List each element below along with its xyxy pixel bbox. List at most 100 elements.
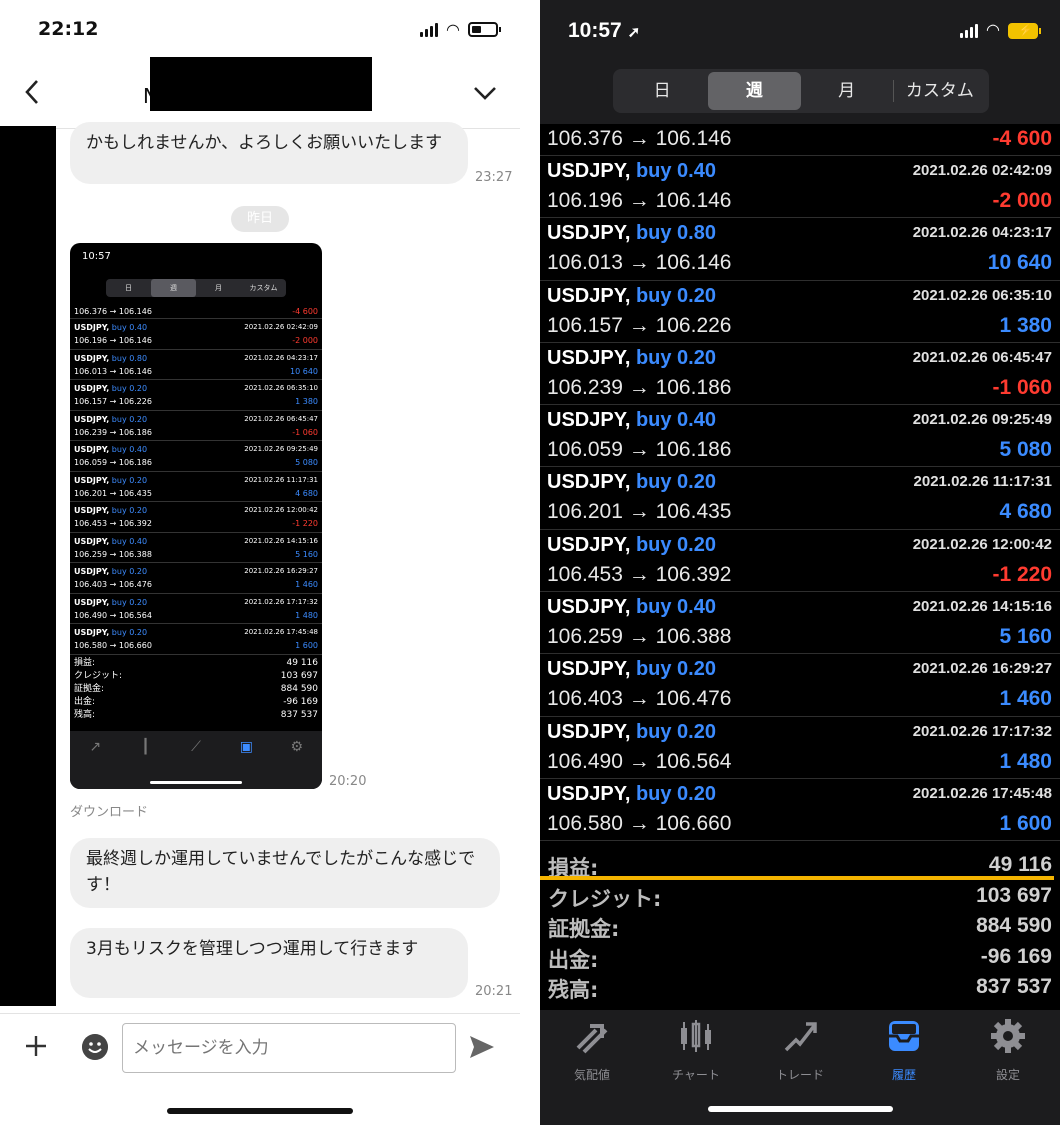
thumb-summary-row: 残高: 837 537 [74, 709, 318, 722]
thumb-date: 2021.02.26 02:42:09 [244, 323, 318, 331]
home-indicator [708, 1106, 893, 1112]
trade-history-screen: 10:57 ➚ ◠ ⚡ 日 週 月 カスタム 106.376 → 106.146… [540, 0, 1060, 1125]
message-input[interactable] [122, 1023, 456, 1073]
redacted-title [150, 57, 372, 111]
segment-month[interactable]: 月 [801, 72, 893, 110]
thumb-row: USDJPY, buy 0.20 106.157 → 106.226 2021.02… [70, 380, 322, 411]
deal-profit: -1 060 [992, 375, 1052, 399]
thumb-summary-value: 49 116 [286, 658, 319, 668]
thumb-profit: -4 600 [292, 307, 318, 316]
summary-label: 残高: [548, 978, 599, 1003]
deal-row[interactable]: USDJPY, buy 0.20 2021.02.26 12:00:42 106.4… [540, 530, 1060, 593]
day-separator: 昨日 [231, 206, 289, 232]
thumb-symbol: USDJPY, [74, 475, 110, 485]
tab-label: トレード [775, 1068, 824, 1082]
period-segment-control: 日 週 月 カスタム [613, 69, 989, 113]
deal-symbol-text: USDJPY, [547, 533, 631, 556]
trade-icon [784, 1022, 817, 1052]
deal-price: 106.196 → 106.146 [547, 189, 732, 212]
thumb-summary-label: 証拠金: [74, 684, 105, 694]
thumb-symbol: USDJPY, [74, 536, 110, 546]
thumb-profit: -1 060 [292, 427, 318, 437]
deal-symbol: USDJPY, buy 0.20 [547, 347, 716, 370]
deal-symbol: USDJPY, buy 0.40 [547, 596, 716, 619]
deal-row[interactable]: USDJPY, buy 0.80 2021.02.26 04:23:17 106.0… [540, 218, 1060, 281]
deal-list: 106.376 → 106.146 -4 600 USDJPY, buy 0.4… [540, 124, 1060, 842]
thumb-price: 106.259 → 106.388 [74, 549, 152, 559]
chevron-down-icon[interactable] [472, 84, 498, 102]
segment-week[interactable]: 週 [708, 72, 801, 110]
deal-date: 2021.02.26 06:45:47 [912, 348, 1052, 366]
send-icon[interactable] [468, 1034, 496, 1060]
status-time-text: 10:57 [568, 19, 622, 42]
chat-header: N n [0, 56, 520, 128]
deal-symbol-text: USDJPY, [547, 471, 631, 494]
thumb-quotes-icon: ↗ [89, 739, 102, 755]
deal-symbol-text: USDJPY, [547, 596, 631, 619]
thumb-symbol: USDJPY, [74, 506, 110, 515]
deal-profit: 5 080 [999, 438, 1052, 462]
deal-row[interactable]: USDJPY, buy 0.20 2021.02.26 16:29:27 106.4… [540, 654, 1060, 717]
thumb-price: 106.239 → 106.186 [74, 427, 152, 437]
download-link[interactable]: ダウンロード [70, 801, 148, 820]
deal-row[interactable]: USDJPY, buy 0.20 2021.02.26 17:17:32 106.4… [540, 717, 1060, 779]
tab-quotes[interactable]: 気配値 [540, 1010, 644, 1125]
thumb-date: 2021.02.26 16:29:27 [244, 567, 318, 575]
deal-symbol-text: USDJPY, [547, 409, 631, 432]
segment-custom[interactable]: カスタム [894, 72, 986, 110]
deal-side: buy 0.40 [635, 160, 716, 182]
thumb-symbol: USDJPY, [74, 414, 110, 424]
wifi-icon: ◠ [446, 19, 460, 39]
chart-icon [681, 1020, 711, 1052]
thumb-profit: 4 680 [295, 488, 318, 498]
tab-label: 気配値 [573, 1068, 610, 1082]
thumb-date: 2021.02.26 06:35:10 [244, 384, 318, 392]
deal-row[interactable]: USDJPY, buy 0.20 2021.02.26 06:35:10 106.1… [540, 281, 1060, 343]
status-time: 22:12 [38, 18, 99, 40]
screenshot-image-message[interactable]: 10:57 日 週 月 カスタム 106.376 → 106.146 -4 600… [70, 243, 322, 789]
thumb-profit: 10 640 [290, 366, 318, 376]
deal-row-partial[interactable]: 106.376 → 106.146 -4 600 [540, 124, 1060, 156]
deal-symbol-text: USDJPY, [547, 720, 631, 743]
thumb-segment: 日 週 月 カスタム [106, 279, 286, 297]
deal-row[interactable]: USDJPY, buy 0.20 2021.02.26 17:45:48 106.5… [540, 779, 1060, 842]
deal-price: 106.157 → 106.226 [547, 313, 732, 337]
thumb-summary-row: 証拠金: 884 590 [74, 683, 318, 696]
segment-day[interactable]: 日 [616, 72, 708, 110]
thumb-price: 106.490 → 106.564 [74, 610, 152, 620]
deal-date: 2021.02.26 17:17:32 [912, 722, 1052, 740]
thumb-row: USDJPY, buy 0.40 106.259 → 106.388 2021.02… [70, 533, 322, 563]
thumb-row: USDJPY, buy 0.20 106.201 → 106.435 2021.02… [70, 472, 322, 502]
deal-symbol-text: USDJPY, [547, 222, 631, 245]
thumb-row: USDJPY, buy 0.40 106.196 → 106.146 2021.02… [70, 319, 322, 350]
back-icon[interactable] [22, 78, 42, 106]
thumb-settings-icon: ⚙ [290, 739, 304, 755]
plus-icon[interactable] [24, 1034, 48, 1058]
deal-row[interactable]: USDJPY, buy 0.20 2021.02.26 06:45:47 106.2… [540, 343, 1060, 406]
thumb-summary-value: 837 537 [280, 710, 318, 720]
history-icon [889, 1021, 919, 1051]
deal-profit: 1 480 [999, 749, 1052, 773]
emoji-icon[interactable] [82, 1034, 108, 1060]
deal-price: 106.201 → 106.435 [547, 500, 732, 524]
thumb-time: 10:57 [82, 251, 111, 262]
thumb-summary-label: 出金: [74, 697, 96, 707]
deal-row[interactable]: USDJPY, buy 0.40 2021.02.26 09:25:49 106.0… [540, 405, 1060, 468]
summary-row: 出金: -96 169 [540, 943, 1060, 974]
thumb-row: USDJPY, buy 0.20 106.490 → 106.564 2021.02… [70, 594, 322, 624]
deal-row[interactable]: USDJPY, buy 0.20 2021.02.26 11:17:31 106.2… [540, 467, 1060, 530]
tab-settings[interactable]: 設定 [956, 1010, 1060, 1125]
deal-date: 2021.02.26 04:23:17 [912, 224, 1052, 242]
summary-value: 884 590 [976, 914, 1052, 938]
deal-row[interactable]: USDJPY, buy 0.40 2021.02.26 14:15:16 106.2… [540, 592, 1060, 655]
thumb-seg-month: 月 [215, 284, 222, 292]
thumb-date: 2021.02.26 17:17:32 [244, 597, 318, 606]
settings-icon [991, 1019, 1025, 1053]
summary-value: 837 537 [976, 975, 1052, 999]
thumb-symbol: USDJPY, [74, 323, 110, 332]
deal-profit: 5 160 [999, 625, 1052, 649]
quotes-icon [576, 1024, 608, 1054]
thumb-price: 106.196 → 106.146 [74, 336, 152, 345]
deal-row[interactable]: USDJPY, buy 0.40 2021.02.26 02:42:09 106.1… [540, 156, 1060, 219]
thumb-price: 106.201 → 106.435 [74, 488, 152, 498]
